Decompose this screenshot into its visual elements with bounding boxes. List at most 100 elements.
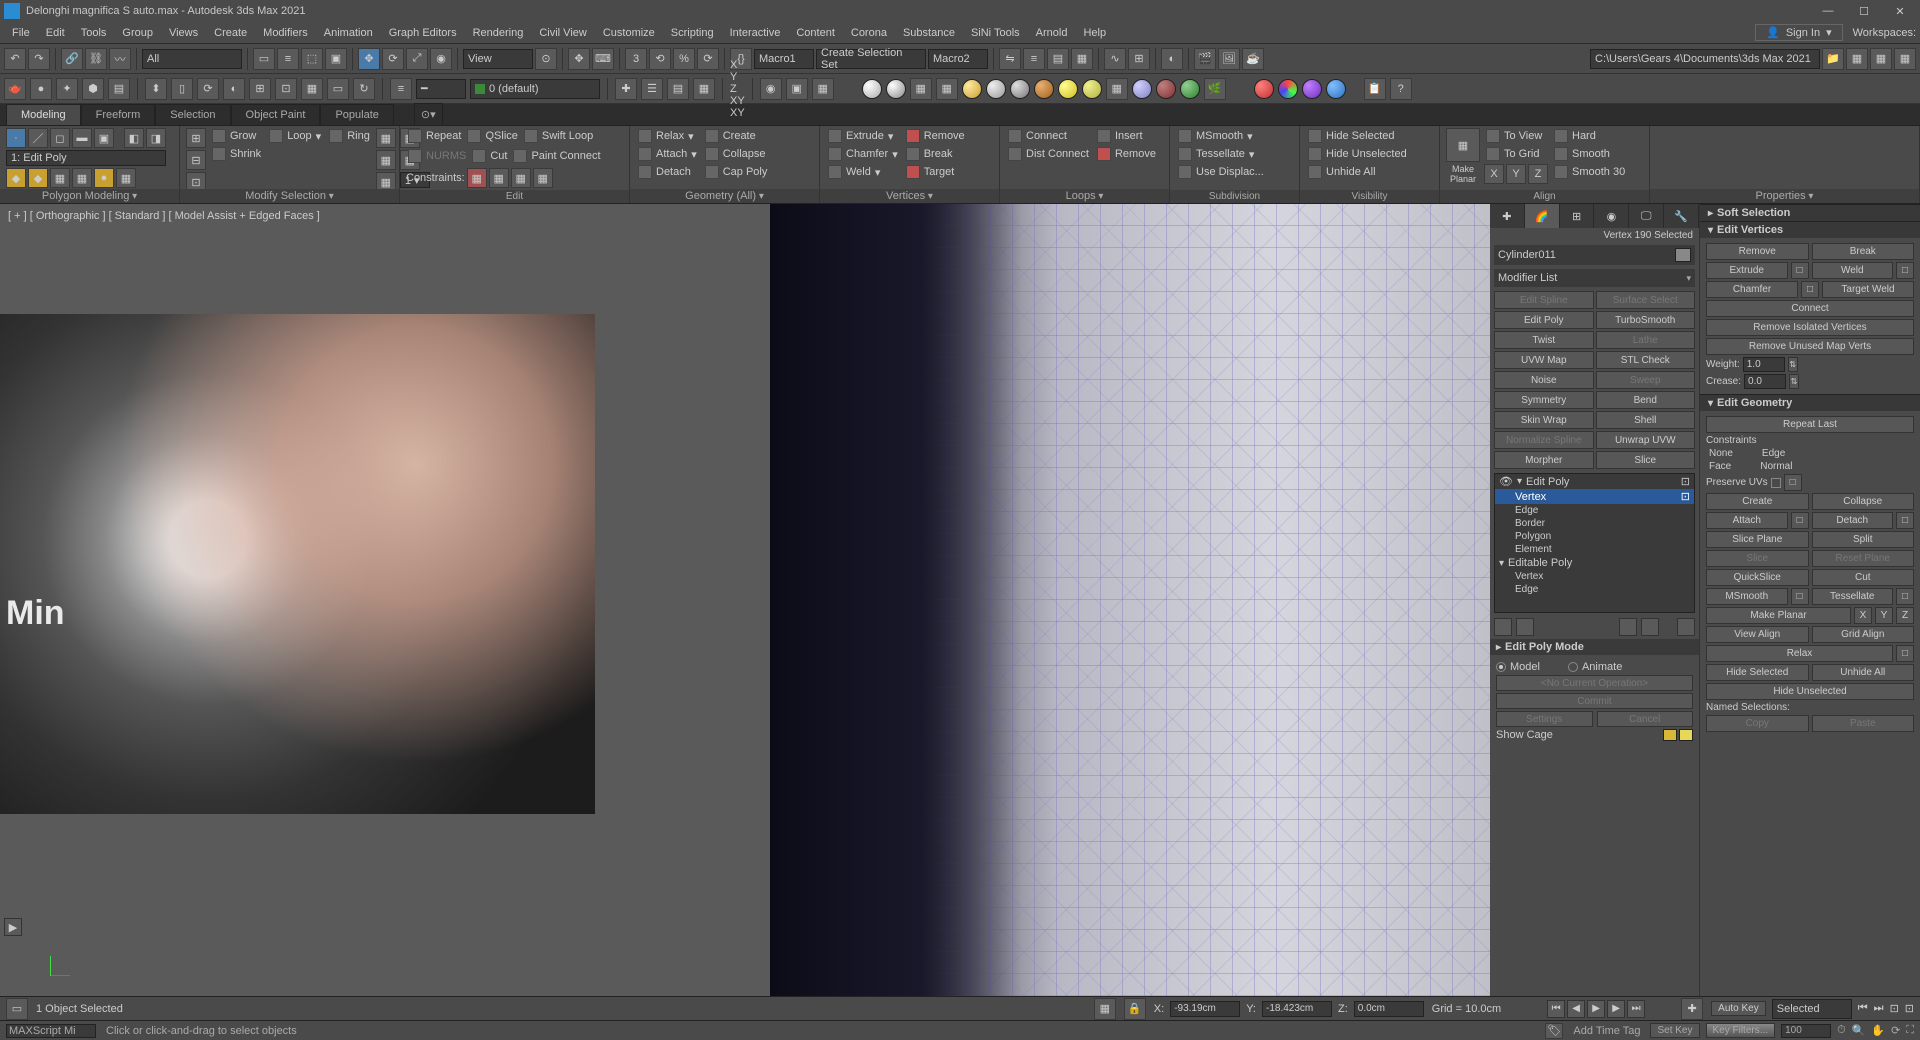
vchamfer-button[interactable]: Chamfer▾: [826, 146, 900, 162]
viewport-play-icon[interactable]: ▶: [4, 918, 22, 936]
misc-icon-8[interactable]: ⊞: [249, 78, 271, 100]
misc-icon-12[interactable]: ↻: [353, 78, 375, 100]
weight-spinner[interactable]: 1.0: [1743, 357, 1785, 372]
nav-maximize[interactable]: ⛶: [1906, 1024, 1914, 1037]
menu-create[interactable]: Create: [206, 25, 255, 41]
tab-populate[interactable]: Populate: [320, 104, 393, 125]
isolate-toggle[interactable]: ▦: [1094, 998, 1116, 1020]
time-config-button[interactable]: ⏱: [1837, 1024, 1846, 1037]
animate-radio[interactable]: [1568, 662, 1578, 672]
menu-file[interactable]: File: [4, 25, 38, 41]
mod-normalize-spline[interactable]: Normalize Spline: [1494, 431, 1594, 449]
select-place-button[interactable]: ◉: [430, 48, 452, 70]
eg-sliceplane[interactable]: Slice Plane: [1706, 531, 1809, 548]
ms-ex-1[interactable]: ▦: [376, 128, 396, 148]
ev-connect[interactable]: Connect: [1706, 300, 1914, 317]
eg-mpy[interactable]: Y: [1875, 607, 1893, 624]
modifier-list-dropdown[interactable]: Modifier List: [1494, 269, 1695, 287]
menu-customize[interactable]: Customize: [595, 25, 663, 41]
eg-hideunsel[interactable]: Hide Unselected: [1706, 683, 1914, 700]
object-name-field[interactable]: Cylinder011: [1494, 245, 1695, 265]
panel-label[interactable]: Polygon Modeling ▾: [0, 189, 179, 203]
ev-rem-unused[interactable]: Remove Unused Map Verts: [1706, 338, 1914, 355]
auto-key-button[interactable]: Auto Key: [1711, 1001, 1766, 1016]
key-filters-button[interactable]: Key Filters...: [1706, 1023, 1776, 1038]
eg-makeplanar[interactable]: Make Planar: [1706, 607, 1851, 624]
mod-noise[interactable]: Noise: [1494, 371, 1594, 389]
loop-button[interactable]: Loop▾: [267, 128, 323, 144]
ev-weld[interactable]: Weld: [1812, 262, 1894, 279]
remove-modifier-button[interactable]: [1641, 618, 1659, 636]
preserve-uvs-checkbox[interactable]: [1771, 478, 1781, 488]
matball-8[interactable]: [1132, 79, 1152, 99]
time-tag-icon[interactable]: 🏷: [1545, 1023, 1563, 1039]
set-key-button[interactable]: Set Key: [1650, 1023, 1699, 1038]
axis-xy[interactable]: XY: [730, 95, 745, 107]
mod-shell[interactable]: Shell: [1596, 411, 1696, 429]
refcoord-dropdown[interactable]: View: [463, 49, 533, 69]
constraint-face[interactable]: ▦: [511, 168, 531, 188]
menu-sini-tools[interactable]: SiNi Tools: [963, 25, 1028, 41]
mod-edit-spline[interactable]: Edit Spline: [1494, 291, 1594, 309]
stack-edge[interactable]: Edge: [1495, 504, 1694, 517]
collapse-button[interactable]: Collapse: [703, 146, 770, 162]
linsert-button[interactable]: Insert: [1095, 128, 1158, 144]
undo-button[interactable]: ↶: [4, 48, 26, 70]
edit-poly-mode-header[interactable]: ▸ Edit Poly Mode: [1490, 639, 1699, 655]
coord-x-value[interactable]: -93.19cm: [1170, 1001, 1240, 1017]
schematic-view-button[interactable]: ⊞: [1128, 48, 1150, 70]
mod-twist[interactable]: Twist: [1494, 331, 1594, 349]
frame-field[interactable]: 100: [1781, 1024, 1831, 1038]
menu-scripting[interactable]: Scripting: [663, 25, 722, 41]
select-move-button[interactable]: ✥: [358, 48, 380, 70]
menu-modifiers[interactable]: Modifiers: [255, 25, 316, 41]
ev-extrude-settings[interactable]: □: [1791, 262, 1809, 279]
cage-color-2[interactable]: [1679, 729, 1693, 741]
matball-7[interactable]: [1082, 79, 1102, 99]
layer-explorer-button[interactable]: ▤: [1047, 48, 1069, 70]
subobj-element-button[interactable]: ▣: [94, 128, 114, 148]
coord-z-value[interactable]: 0.0cm: [1354, 1001, 1424, 1017]
pin-stack-button[interactable]: [1494, 618, 1512, 636]
object-color-swatch[interactable]: [1675, 248, 1691, 262]
toggle-6[interactable]: ▦: [116, 168, 136, 188]
matball-11[interactable]: [1254, 79, 1274, 99]
eg-detach-settings[interactable]: □: [1896, 512, 1914, 529]
eg-unhideall[interactable]: Unhide All: [1812, 664, 1915, 681]
render-setup-button[interactable]: 🎬: [1194, 48, 1216, 70]
stack-border[interactable]: Border: [1495, 517, 1694, 530]
matball-1[interactable]: [862, 79, 882, 99]
poly-mode-dropdown[interactable]: 1: Edit Poly: [6, 150, 166, 166]
panel-label[interactable]: Modify Selection ▾: [180, 189, 399, 203]
ev-chamfer-settings[interactable]: □: [1801, 281, 1819, 298]
smooth-button[interactable]: Smooth: [1552, 146, 1627, 162]
ev-remove[interactable]: Remove: [1706, 243, 1809, 260]
slider-handle[interactable]: ▭: [6, 998, 28, 1020]
mod-skin-wrap[interactable]: Skin Wrap: [1494, 411, 1594, 429]
smooth30-button[interactable]: Smooth 30: [1552, 164, 1627, 180]
panel-label[interactable]: Subdivision: [1170, 190, 1299, 203]
snap-toggle-button[interactable]: 3: [625, 48, 647, 70]
toggle-5[interactable]: ●: [94, 168, 114, 188]
mod-sweep[interactable]: Sweep: [1596, 371, 1696, 389]
ev-break[interactable]: Break: [1812, 243, 1915, 260]
misc-icon-10[interactable]: ▦: [301, 78, 323, 100]
unlink-button[interactable]: ⛓: [85, 48, 107, 70]
vextrude-button[interactable]: Extrude▾: [826, 128, 900, 144]
eg-viewalign[interactable]: View Align: [1706, 626, 1809, 643]
extra1-button[interactable]: ▦: [1846, 48, 1868, 70]
msmooth-button[interactable]: MSmooth▾: [1176, 128, 1266, 144]
ring-button[interactable]: Ring: [327, 128, 372, 144]
hideunsel-button[interactable]: Hide Unselected: [1306, 146, 1409, 162]
menu-interactive[interactable]: Interactive: [722, 25, 789, 41]
mirror-button[interactable]: ⇋: [999, 48, 1021, 70]
mod-bend[interactable]: Bend: [1596, 391, 1696, 409]
menu-arnold[interactable]: Arnold: [1028, 25, 1076, 41]
eg-copy[interactable]: Copy: [1706, 715, 1809, 732]
misc-b2[interactable]: ▦: [936, 78, 958, 100]
eg-msmooth[interactable]: MSmooth: [1706, 588, 1788, 605]
togrid-button[interactable]: To Grid: [1484, 146, 1548, 162]
menu-substance[interactable]: Substance: [895, 25, 963, 41]
mod-symmetry[interactable]: Symmetry: [1494, 391, 1594, 409]
commit-button[interactable]: Commit: [1496, 693, 1693, 709]
